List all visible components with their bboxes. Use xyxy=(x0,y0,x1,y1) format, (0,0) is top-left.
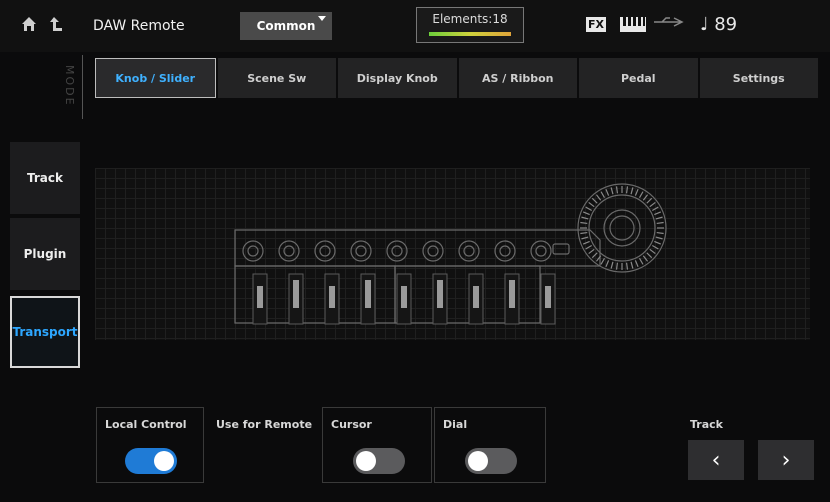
dial-tick xyxy=(581,216,589,220)
caret-down-icon xyxy=(318,16,326,21)
mode-strip: MODE xyxy=(50,55,83,119)
fx-indicator: FX xyxy=(586,17,606,32)
dial-tick xyxy=(582,211,590,216)
chevron-right-icon: › xyxy=(781,447,791,473)
dial-tick xyxy=(655,236,663,240)
tab-pedal[interactable]: Pedal xyxy=(579,58,698,98)
dial-tick xyxy=(634,188,639,196)
home-icon[interactable] xyxy=(20,15,38,38)
tab-label: AS / Ribbon xyxy=(482,71,554,85)
dial-tick xyxy=(605,260,610,268)
dial-tick xyxy=(656,221,664,225)
elements-label: Elements:18 xyxy=(432,12,508,26)
dial-tick xyxy=(600,191,606,198)
dial-tick xyxy=(588,201,595,208)
tab-knob-slider[interactable]: Knob / Slider xyxy=(95,58,216,98)
knob-slider-illustration xyxy=(234,183,667,325)
elements-level-bar xyxy=(429,32,511,36)
dial-tick xyxy=(630,261,634,269)
dial-tick xyxy=(646,252,653,259)
dial-tick xyxy=(588,248,595,255)
chevron-left-icon: ‹ xyxy=(711,447,721,473)
local-control-label: Local Control xyxy=(105,418,187,431)
tab-label: Knob / Slider xyxy=(115,71,196,85)
dial-tick xyxy=(655,216,663,220)
sidebar-item-plugin[interactable]: Plugin xyxy=(10,218,80,290)
dial-tick xyxy=(638,258,644,265)
toggle-knob xyxy=(468,451,488,471)
tab-label: Display Knob xyxy=(356,71,438,85)
usb-icon xyxy=(652,15,684,33)
dial-tick xyxy=(591,197,598,204)
tab-label: Pedal xyxy=(620,71,656,85)
local-control-toggle[interactable] xyxy=(125,448,177,474)
dial-tick xyxy=(654,240,662,245)
dial-tick xyxy=(615,186,619,194)
sidebar-item-transport[interactable]: Transport xyxy=(10,296,80,368)
dial-tick xyxy=(642,194,649,201)
use-for-remote-label: Use for Remote xyxy=(216,418,313,431)
dial-tick xyxy=(582,240,590,245)
dial-tick xyxy=(630,187,634,195)
dial-tick xyxy=(610,187,614,195)
back-icon[interactable] xyxy=(48,15,66,38)
dial-label: Dial xyxy=(443,418,468,431)
dial-tick xyxy=(652,206,659,212)
tab-label: Settings xyxy=(732,71,785,85)
dial-tick xyxy=(580,231,588,235)
tab-settings[interactable]: Settings xyxy=(699,58,818,98)
dial-tick xyxy=(646,197,653,204)
dial-tick xyxy=(656,231,664,235)
cursor-box: Cursor xyxy=(322,407,432,483)
tab-as-ribbon[interactable]: AS / Ribbon xyxy=(458,58,577,98)
track-prev-button[interactable]: ‹ xyxy=(688,440,744,480)
keyboard-icon xyxy=(620,17,646,32)
track-next-button[interactable]: › xyxy=(758,440,814,480)
sidebar-item-label: Track xyxy=(27,171,63,185)
dial-tick xyxy=(581,236,589,240)
dial-toggle[interactable] xyxy=(465,448,517,474)
tempo-display[interactable]: ♩ 89 xyxy=(700,14,737,35)
dial-tick xyxy=(634,260,639,268)
tab-bar: Knob / Slider Scene Sw Display Knob AS /… xyxy=(95,58,818,98)
dial-tick xyxy=(649,201,656,208)
dial-tick xyxy=(585,206,592,212)
toggle-knob xyxy=(154,451,174,471)
dial-box: Dial xyxy=(434,407,546,483)
dial-tick xyxy=(649,248,656,255)
dial-tick xyxy=(580,221,588,225)
dial-tick xyxy=(654,211,662,216)
cursor-label: Cursor xyxy=(331,418,372,431)
tab-label: Scene Sw xyxy=(247,71,307,85)
mode-label: MODE xyxy=(63,65,76,107)
sidebar-item-track[interactable]: Track xyxy=(10,142,80,214)
controller-diagram xyxy=(95,168,810,340)
page-title: DAW Remote xyxy=(93,18,185,34)
dial-tick xyxy=(638,191,644,198)
dial-tick xyxy=(585,244,592,250)
elements-indicator[interactable]: Elements:18 xyxy=(416,7,524,43)
dial-tick xyxy=(652,244,659,250)
dial-tick xyxy=(600,258,606,265)
common-label: Common xyxy=(256,19,316,33)
dial-tick xyxy=(605,188,610,196)
dial-tick xyxy=(610,261,614,269)
dial-tick xyxy=(642,255,649,262)
dial-tick xyxy=(591,252,598,259)
tab-display-knob[interactable]: Display Knob xyxy=(338,58,457,98)
dial-tick xyxy=(625,262,629,270)
toggle-knob xyxy=(356,451,376,471)
track-label: Track xyxy=(690,418,723,431)
tab-scene-sw[interactable]: Scene Sw xyxy=(217,58,336,98)
dial-tick xyxy=(595,194,602,201)
sidebar-item-label: Transport xyxy=(12,325,78,339)
common-button[interactable]: Common xyxy=(240,12,332,40)
sidebar-item-label: Plugin xyxy=(23,247,67,261)
dial-tick xyxy=(615,262,619,270)
local-control-box: Local Control xyxy=(96,407,204,483)
cursor-toggle[interactable] xyxy=(353,448,405,474)
dial-tick xyxy=(625,186,629,194)
